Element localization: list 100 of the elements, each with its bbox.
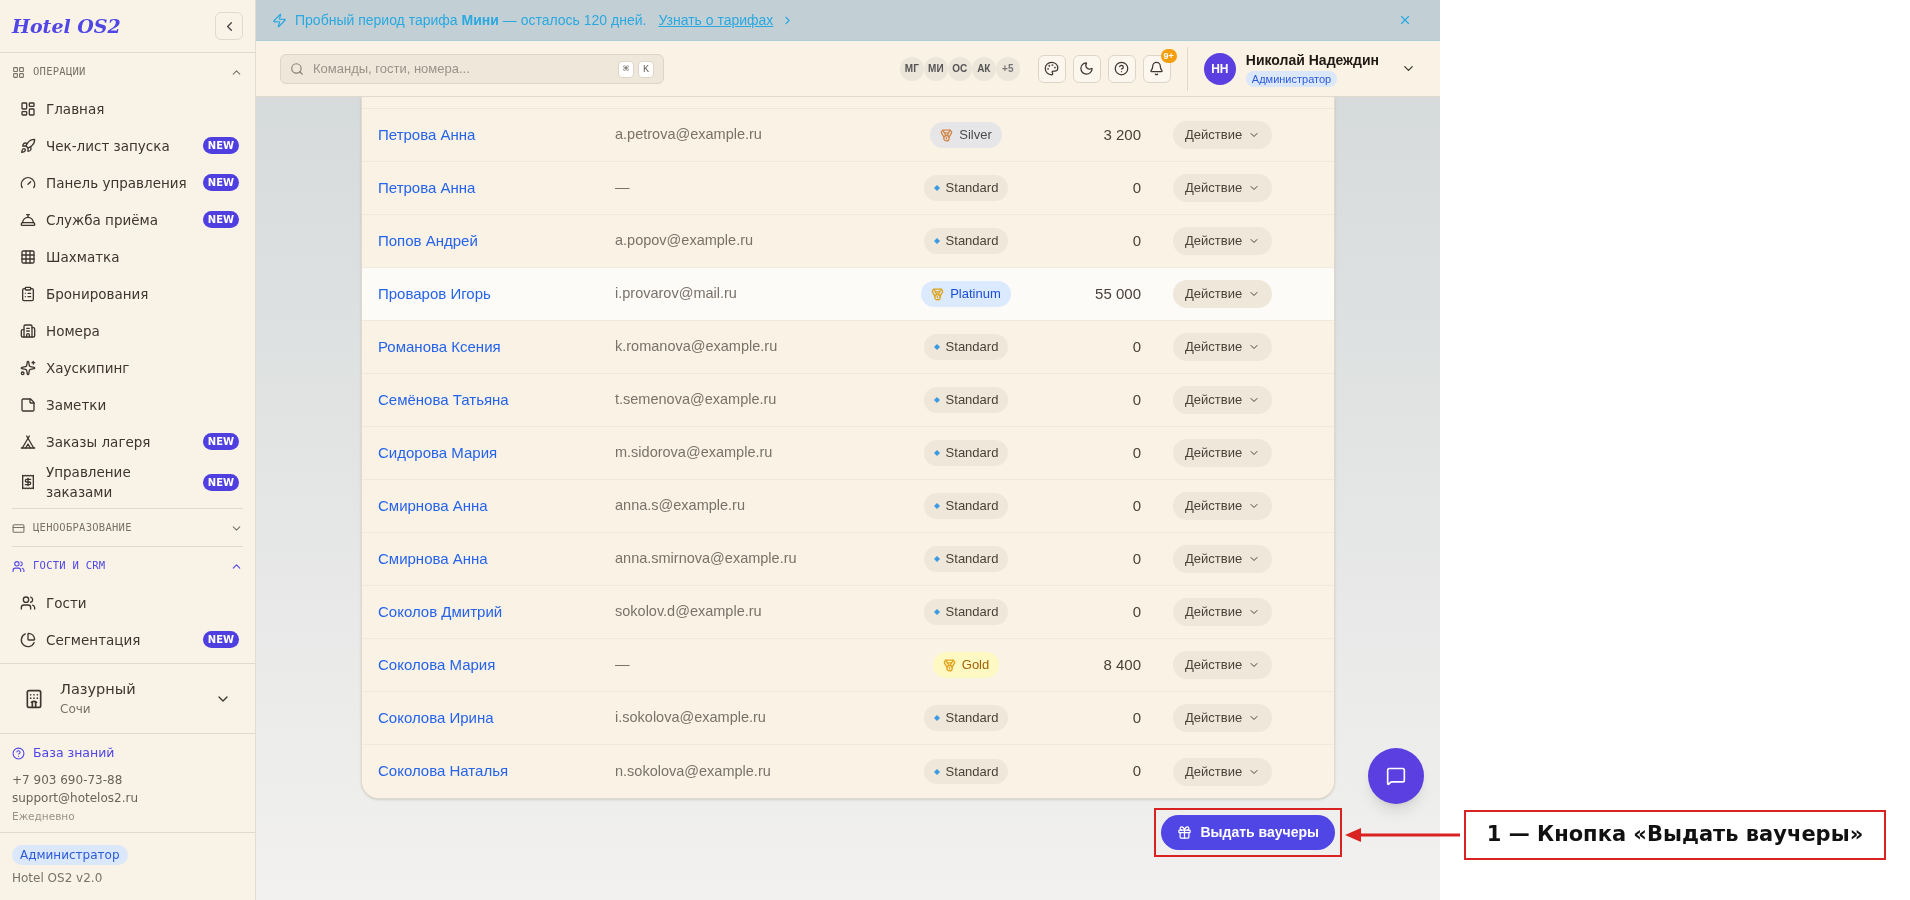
user-avatar[interactable]: МИ (923, 56, 948, 81)
chat-button[interactable] (1368, 748, 1424, 804)
support-email: support@hotelos2.ru (12, 789, 140, 807)
nav-item[interactable]: Служба приёма NEW (12, 201, 243, 238)
guest-name-link[interactable]: Попов Андрей (378, 229, 615, 253)
theme-button[interactable] (1037, 54, 1066, 83)
building-icon (20, 322, 36, 339)
guest-name-link[interactable]: Соколова Мария (378, 653, 615, 677)
user-avatar[interactable]: АК (971, 56, 996, 81)
amount-cell-text: 0 (1131, 707, 1141, 728)
tier-badge: Gold (932, 652, 1000, 678)
issue-vouchers-button[interactable]: Выдать ваучеры (1161, 815, 1335, 850)
pie-chart-icon (20, 631, 36, 648)
action-dropdown[interactable]: Действие (1173, 227, 1273, 255)
action-dropdown[interactable]: Действие (1173, 174, 1273, 202)
section-header[interactable]: ОПЕРАЦИИ (12, 54, 243, 90)
dark-mode-button[interactable] (1072, 54, 1101, 83)
action-dropdown[interactable]: Действие (1173, 757, 1273, 786)
moon-icon (1079, 61, 1095, 76)
guest-name-link[interactable]: Соколова Наталья (378, 760, 615, 783)
guest-name-link[interactable]: Проваров Игорь (378, 282, 615, 306)
guest-name-link[interactable]: Смирнова Анна (378, 547, 615, 571)
chat-icon (1386, 766, 1406, 786)
nav-item[interactable]: Хаускипинг (12, 349, 243, 386)
amount-cell-text: 0 (1131, 389, 1141, 410)
bell-icon (20, 211, 36, 228)
amount-cell-text: 0 (1131, 230, 1141, 251)
nav-item[interactable]: Заказы лагеря NEW (12, 423, 243, 460)
action-dropdown[interactable]: Действие (1173, 333, 1273, 361)
nav-item[interactable]: Управление заказами NEW (12, 460, 243, 504)
property-selector[interactable]: Лазурный Сочи (0, 663, 255, 733)
action-dropdown[interactable]: Действие (1173, 545, 1273, 573)
action-dropdown[interactable]: Действие (1173, 704, 1273, 732)
nav-item[interactable]: Гости (12, 584, 243, 621)
tent-icon (20, 433, 36, 450)
user-avatar[interactable]: ОС (947, 56, 972, 81)
action-dropdown[interactable]: Действие (1173, 492, 1273, 520)
property-name: Лазурный (60, 679, 137, 699)
lightning-icon (272, 12, 287, 28)
new-badge: NEW (202, 137, 239, 154)
guest-name-link[interactable]: Соколов Дмитрий (378, 600, 615, 624)
diamond-icon (933, 609, 940, 615)
diamond-icon (933, 344, 940, 350)
diamond-icon (933, 397, 940, 403)
diamond-icon (933, 238, 940, 244)
amount-cell-text: 0 (1131, 442, 1141, 463)
guest-name-link[interactable]: Смирнова Анна (378, 494, 615, 518)
user-avatar[interactable]: НН (1203, 52, 1236, 85)
nav-item[interactable]: Шахматка (12, 238, 243, 275)
diamond-icon (933, 768, 940, 775)
guest-name-link[interactable]: Соколова Ирина (378, 706, 615, 730)
app-version: Hotel OS2 v2.0 (12, 870, 103, 887)
action-dropdown[interactable]: Действие (1173, 121, 1273, 149)
user-avatar[interactable]: МГ (899, 56, 924, 81)
help-icon (1114, 61, 1130, 76)
bell-icon (1149, 61, 1165, 76)
property-city: Сочи (60, 701, 92, 719)
section-header[interactable]: ГОСТИ И CRM (12, 548, 243, 584)
new-badge: NEW (202, 174, 239, 191)
new-badge: NEW (202, 473, 239, 491)
guest-name-link[interactable]: Сидорова Мария (378, 441, 615, 465)
more-avatars[interactable]: +5 (995, 56, 1020, 81)
gauge-icon (20, 174, 36, 191)
nav-item[interactable]: Главная (12, 90, 243, 127)
email-cell-text: k.romanova@example.ru (615, 337, 779, 357)
nav-item[interactable]: Сегментация NEW (12, 621, 243, 658)
help-button[interactable] (1107, 54, 1136, 83)
tier-badge: Standard (923, 758, 1009, 785)
email-cell-text: sokolov.d@example.ru (615, 602, 763, 622)
email-cell-text: a.petrova@example.ru (615, 125, 763, 145)
tier-badge: Platinum (921, 281, 1011, 307)
user-name: Николай Надеждин (1245, 50, 1379, 70)
notification-count: 9+ (1160, 48, 1177, 63)
email-cell-text: m.sidorova@example.ru (615, 443, 774, 463)
guest-name-link[interactable]: Семёнова Татьяна (378, 388, 615, 412)
amount-cell-text: 55 000 (1094, 283, 1141, 304)
guest-name-link[interactable]: Романова Ксения (378, 335, 615, 359)
action-dropdown[interactable]: Действие (1173, 280, 1273, 308)
tier-badge: Silver (930, 122, 1002, 148)
tier-badge: Standard (923, 387, 1009, 413)
action-dropdown[interactable]: Действие (1173, 386, 1273, 414)
nav-item[interactable]: Бронирования (12, 275, 243, 312)
nav-item[interactable]: Панель управления NEW (12, 164, 243, 201)
section-header[interactable]: ЦЕНООБРАЗОВАНИЕ (12, 510, 243, 546)
role-badge: Администратор (12, 845, 128, 865)
action-dropdown[interactable]: Действие (1173, 598, 1273, 626)
knowledge-base-link[interactable]: База знаний (12, 744, 243, 763)
guest-name-link[interactable]: Петрова Анна (378, 123, 615, 147)
nav-item[interactable]: Чек-лист запуска NEW (12, 127, 243, 164)
action-dropdown[interactable]: Действие (1173, 439, 1273, 467)
action-dropdown[interactable]: Действие (1173, 651, 1273, 679)
guest-name-link[interactable]: Петрова Анна (378, 176, 615, 200)
medal-icon (931, 287, 945, 301)
nav-item[interactable]: Номера (12, 312, 243, 349)
rocket-icon (20, 137, 36, 154)
diamond-icon (933, 185, 940, 191)
grid-icon (20, 248, 36, 265)
nav-item[interactable]: Заметки (12, 386, 243, 423)
email-cell-text: t.semenova@example.ru (615, 390, 778, 410)
amount-cell-text: 0 (1131, 495, 1141, 516)
